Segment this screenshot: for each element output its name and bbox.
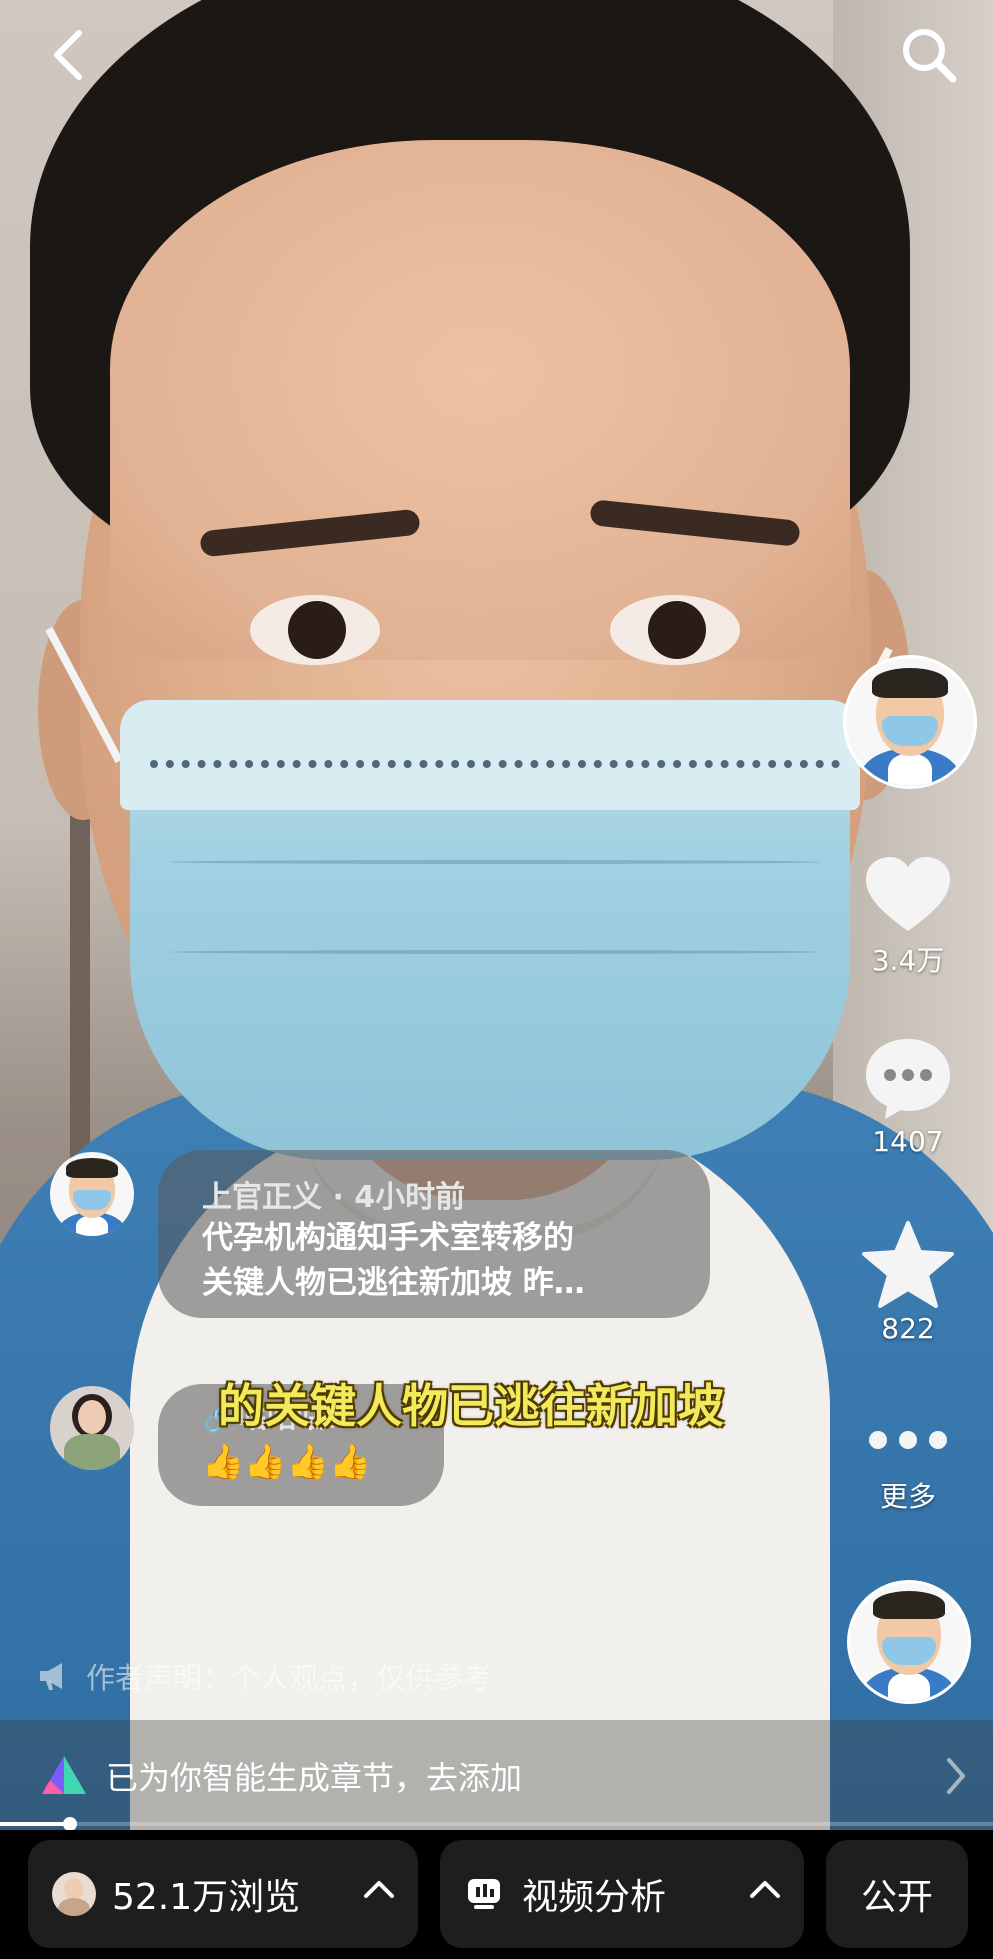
favorite-action[interactable]: 822 <box>823 1220 993 1345</box>
chapter-logo-icon <box>42 1756 86 1794</box>
more-icon <box>869 1431 947 1449</box>
video-analysis-button[interactable]: 视频分析 <box>440 1840 804 1948</box>
face-mask-pleat <box>170 860 820 864</box>
face-mask-top <box>120 700 860 810</box>
analytics-icon <box>468 1879 500 1909</box>
chevron-up-icon <box>364 1881 394 1898</box>
visibility-label: 公开 <box>860 1877 933 1918</box>
chapter-suggestion-bar[interactable]: 已为你智能生成章节，去添加 <box>0 1720 993 1832</box>
views-count: 52.1万浏览 <box>112 1877 301 1918</box>
favorite-count: 822 <box>881 1312 935 1345</box>
visibility-button[interactable]: 公开 <box>826 1840 968 1948</box>
face-mask-pleat <box>170 950 820 954</box>
chevron-right-icon <box>947 1758 965 1794</box>
bottom-toolbar: 52.1万浏览 视频分析 公开 <box>0 1830 993 1959</box>
chapter-suggestion-text: 已为你智能生成章节，去添加 <box>106 1759 523 1797</box>
comment-text-line: 代孕机构通知手术室转移的 <box>202 1220 574 1256</box>
video-analysis-label: 视频分析 <box>522 1877 667 1918</box>
back-button[interactable] <box>34 20 104 90</box>
megaphone-icon <box>40 1663 62 1690</box>
views-button[interactable]: 52.1万浏览 <box>28 1840 418 1948</box>
author-statement-text: 作者声明：个人观点，仅供参考 <box>86 1661 493 1695</box>
comment-text: 👍👍👍👍 <box>202 1442 372 1482</box>
eye-left <box>250 595 380 665</box>
comment-icon <box>866 1039 950 1119</box>
comment-author: 上官正义 · 4小时前 <box>202 1180 466 1215</box>
comment-count: 1407 <box>872 1125 944 1158</box>
search-icon <box>903 29 957 83</box>
commenter-avatar[interactable] <box>50 1386 134 1470</box>
more-action[interactable]: 更多 <box>823 1425 993 1515</box>
comment-action[interactable]: 1407 <box>823 1035 993 1158</box>
like-action[interactable]: 3.4万 <box>823 855 993 979</box>
user-avatar <box>52 1872 96 1916</box>
chevron-up-icon <box>750 1881 780 1898</box>
door-frame <box>70 760 90 1180</box>
chevron-left-icon <box>54 30 82 80</box>
video-progress-handle[interactable] <box>62 1817 77 1831</box>
comment-text-line: 关键人物已逃往新加坡 昨… <box>202 1264 585 1301</box>
more-label: 更多 <box>879 1480 936 1513</box>
heart-icon <box>866 857 950 931</box>
eye-right <box>610 595 740 665</box>
like-count: 3.4万 <box>871 944 945 977</box>
face-mask-stitching <box>150 760 840 768</box>
comment-bubble[interactable]: 上官正义 · 4小时前 代孕机构通知手术室转移的 关键人物已逃往新加坡 昨… <box>158 1150 710 1318</box>
author-statement: 作者声明：个人观点，仅供参考 <box>38 1655 492 1697</box>
commenter-avatar[interactable] <box>50 1152 134 1236</box>
video-progress-bar[interactable] <box>0 1817 993 1831</box>
video-screen: 3.4万 1407 822 更多 上官正义 · 4小时前 代孕机构通知手术室转移… <box>0 0 993 1959</box>
author-avatar[interactable] <box>843 655 977 789</box>
music-disc-avatar[interactable] <box>847 1580 971 1704</box>
forehead <box>110 140 850 660</box>
search-button[interactable] <box>894 20 964 90</box>
star-icon <box>862 1221 954 1308</box>
video-subtitle: 的关键人物已逃往新加坡 <box>218 1379 724 1433</box>
video-progress-fill <box>0 1822 70 1826</box>
